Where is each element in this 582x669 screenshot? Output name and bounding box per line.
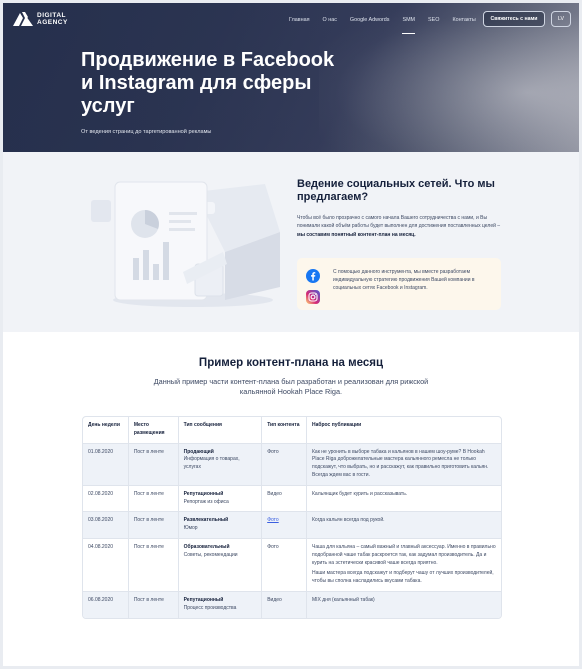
cell-date: 02.08.2020	[88, 490, 114, 497]
column-header-content-type: Тип контента	[261, 417, 306, 443]
cell-content-type: Видео	[261, 591, 306, 618]
page: DIGITAL AGENCY Главная О нас Google Adwo…	[0, 0, 582, 669]
message-type-desc: Репортаж из офиса	[183, 498, 229, 505]
message-type-desc: Процесс производства	[183, 604, 237, 611]
column-header-place: Место размещения	[127, 417, 178, 443]
column-header-draft: Наброс публикации	[306, 417, 501, 443]
content-plan-subtitle: Данный пример части контент-плана был ра…	[153, 377, 429, 396]
cell-message-type: Продающий Информация о товарах, услугах	[177, 443, 262, 485]
cell-draft: Когда кальян всегда под рукой.	[306, 512, 501, 538]
language-button[interactable]: LV	[551, 11, 571, 27]
nav-item-smm[interactable]: SMM	[402, 17, 415, 34]
cell-place: Пост в ленте	[127, 443, 178, 485]
photo-link[interactable]: Фото	[267, 517, 279, 523]
message-type-title: Продающий	[183, 448, 214, 455]
cell-place: Пост в ленте	[127, 591, 178, 618]
draft-paragraph: Чаша для кальяна – самый важный и главны…	[312, 543, 496, 566]
table-row: 02.08.2020 Пост в ленте Репутационный Реп…	[83, 484, 501, 512]
column-header-day: День недели	[88, 422, 120, 428]
cell-message-type: Репутационный Репортаж из офиса	[177, 485, 262, 512]
table-row: 04.08.2020 Пост в ленте Образовательный С…	[83, 537, 501, 591]
message-type-title: Образовательный	[183, 543, 230, 550]
logo-line1: DIGITAL	[37, 11, 67, 19]
nav-item-google-adwords[interactable]: Google Adwords	[350, 17, 390, 23]
table-row: 06.08.2020 Пост в ленте Репутационный Про…	[83, 590, 501, 618]
cell-content-type: Фото	[261, 538, 306, 591]
instagram-icon	[306, 290, 320, 304]
content-plan-table: День недели Место размещения Тип сообщен…	[82, 416, 502, 619]
logo-line2: AGENCY	[37, 18, 68, 26]
table-row: 01.08.2020 Пост в ленте Продающий Информа…	[83, 442, 501, 485]
cell-content-type: Видео	[261, 485, 306, 512]
facebook-icon	[306, 269, 320, 283]
hero-title: Продвижение в Facebook и Instagram для с…	[81, 49, 335, 117]
cell-message-type: Репутационный Процесс производства	[177, 591, 262, 618]
content-plan-title: Пример контент-плана на месяц	[198, 357, 384, 369]
table-row: 03.08.2020 Пост в ленте Развлекательный Ю…	[83, 511, 501, 538]
analytics-illustration	[91, 181, 280, 307]
services-description: Чтобы всё было прозрачно с самого начала…	[297, 214, 501, 239]
message-type-desc: Информация о товарах, услугах	[183, 456, 240, 471]
hero-section: DIGITAL AGENCY Главная О нас Google Adwo…	[3, 3, 579, 152]
cell-date: 06.08.2020	[88, 596, 114, 603]
cell-message-type: Развлекательный Юмор	[177, 512, 262, 538]
message-type-desc: Советы, рекомендации	[183, 551, 238, 558]
cell-draft: MIX дня (кальянный табак)	[306, 591, 501, 618]
services-title: Ведение социальных сетей. Что мы предлаг…	[297, 178, 495, 203]
table-header-row: День недели Место размещения Тип сообщен…	[83, 417, 501, 443]
column-header-message-type: Тип сообщения	[177, 417, 262, 443]
cell-draft: Как не уронить в выборе табака и кальяно…	[306, 443, 501, 485]
strategy-card: С помощью данного инструмента, мы вместе…	[297, 258, 501, 310]
cell-place: Пост в ленте	[127, 512, 178, 538]
message-type-title: Развлекательный	[183, 517, 229, 524]
services-section: Ведение социальных сетей. Что мы предлаг…	[3, 152, 579, 332]
logo-icon	[13, 12, 33, 26]
strategy-card-text: С помощью данного инструмента, мы вместе…	[333, 269, 475, 292]
nav-item-seo[interactable]: SEO	[428, 17, 439, 23]
cell-date: 04.08.2020	[88, 543, 114, 550]
cell-date: 01.08.2020	[88, 448, 114, 455]
content-plan-section: Пример контент-плана на месяц Данный при…	[3, 332, 579, 666]
main-nav: Главная О нас Google Adwords SMM SEO Кон…	[289, 17, 476, 34]
cell-draft: Кальянщик будет курить и рассказывать.	[306, 485, 501, 512]
nav-item-home[interactable]: Главная	[289, 17, 310, 23]
cell-place: Пост в ленте	[127, 538, 178, 591]
cell-content-type: Фото	[261, 512, 306, 538]
draft-paragraph: Наши мастера всегда подскажут и подберут…	[312, 570, 494, 585]
services-text-bold: мы составим понятный контент-план на мес…	[297, 231, 416, 238]
cell-message-type: Образовательный Советы, рекомендации	[177, 538, 262, 591]
nav-item-contacts[interactable]: Контакты	[452, 17, 475, 23]
cell-date: 03.08.2020	[88, 517, 114, 524]
logo[interactable]: DIGITAL AGENCY	[13, 11, 68, 26]
nav-item-about[interactable]: О нас	[323, 17, 337, 23]
hero-subtitle: От ведения страниц до таргетированной ре…	[81, 129, 212, 135]
services-text-plain: Чтобы всё было прозрачно с самого начала…	[297, 215, 501, 230]
message-type-title: Репутационный	[183, 596, 224, 603]
cell-content-type: Фото	[261, 443, 306, 485]
cell-place: Пост в ленте	[127, 485, 178, 512]
contact-us-button[interactable]: Свяжитесь с нами	[483, 11, 545, 27]
message-type-desc: Юмор	[183, 525, 198, 532]
cell-draft: Чаша для кальяна – самый важный и главны…	[306, 538, 501, 591]
message-type-title: Репутационный	[183, 490, 224, 497]
